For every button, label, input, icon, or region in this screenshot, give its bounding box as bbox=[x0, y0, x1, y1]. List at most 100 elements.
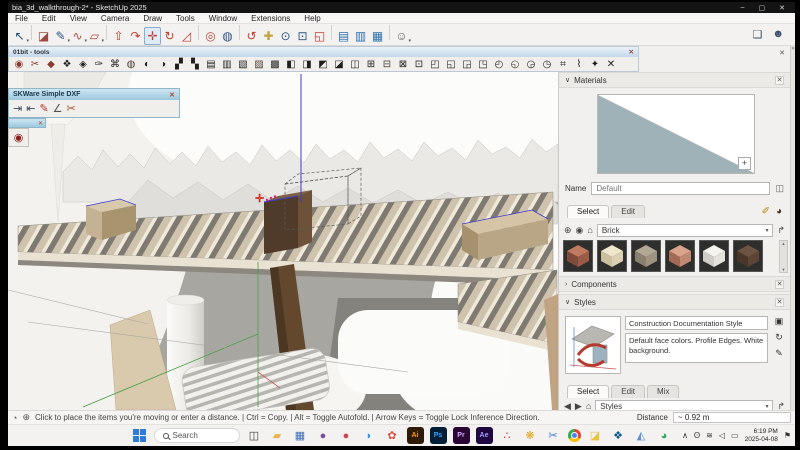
plugin-tool-5-icon[interactable]: ◈ bbox=[75, 59, 91, 70]
dropdown-arrow-icon[interactable]: ▾ bbox=[101, 38, 104, 44]
pushpull-tool-icon[interactable]: ⇧ bbox=[110, 27, 127, 45]
wifi-icon[interactable]: ≋ bbox=[706, 431, 713, 440]
dxf-import-icon[interactable]: ⇥ bbox=[13, 102, 22, 115]
app-purple-icon[interactable]: ● bbox=[315, 427, 332, 444]
eraser-tool-icon[interactable]: ◪ bbox=[35, 27, 52, 45]
cut-material-icon[interactable]: ✂ bbox=[67, 102, 76, 115]
pan-tool-icon[interactable]: ✚ bbox=[260, 27, 277, 45]
in-model-icon[interactable]: ⌂ bbox=[587, 225, 592, 235]
taskbar-clock[interactable]: 6:19 PM 2025-04-08 bbox=[745, 428, 778, 443]
section-display-icon[interactable]: ▦ bbox=[369, 27, 386, 45]
styles-tab-select[interactable]: Select bbox=[567, 385, 610, 398]
plugin-tool-14-icon[interactable]: ▥ bbox=[219, 59, 235, 70]
plugin-tool-17-icon[interactable]: ▩ bbox=[267, 59, 283, 70]
followme-tool-icon[interactable]: ↷ bbox=[127, 27, 144, 45]
plugin-tool-35-icon[interactable]: ⌗ bbox=[555, 59, 571, 70]
file-explorer-icon[interactable]: ▰ bbox=[269, 427, 286, 444]
duplicate-icon[interactable]: ◫ bbox=[775, 183, 784, 194]
task-view-icon[interactable]: ◫ bbox=[246, 427, 263, 444]
material-swatch-brick-rough-red[interactable] bbox=[563, 240, 593, 272]
offset-tool-icon[interactable]: ◎ bbox=[202, 27, 219, 45]
microphone-icon[interactable]: ʘ bbox=[694, 431, 700, 440]
material-gear-icon[interactable]: ◉ bbox=[576, 225, 584, 236]
taskbar-search[interactable]: Search bbox=[153, 428, 240, 443]
geolocation-icon[interactable]: ◔ bbox=[12, 413, 17, 423]
swatch-scrollbar[interactable]: ▲ ▼ bbox=[779, 240, 788, 273]
plugin-tool-16-icon[interactable]: ▨ bbox=[251, 59, 267, 70]
section-plane-icon[interactable]: ▤ bbox=[335, 27, 352, 45]
plugin-tool-3-icon[interactable]: ◆ bbox=[43, 59, 59, 70]
styles-header[interactable]: ∨ Styles ✕ bbox=[559, 294, 790, 310]
plugin-tool-27-icon[interactable]: ◰ bbox=[427, 59, 443, 70]
tray-chevron-icon[interactable]: ∧ bbox=[682, 431, 688, 440]
pencil-tool-icon[interactable]: ✎ ▾ bbox=[52, 27, 70, 45]
scale-tool-icon[interactable]: ◿ bbox=[178, 27, 195, 45]
plugin-tool-20-icon[interactable]: ◩ bbox=[315, 59, 331, 70]
monitor-icon[interactable]: ▣ bbox=[775, 316, 784, 327]
zoom-window-icon[interactable]: ⊡ bbox=[294, 27, 311, 45]
edge-browser-icon[interactable]: ◕ bbox=[656, 427, 673, 444]
dropdown-arrow-icon[interactable]: ▾ bbox=[408, 38, 411, 44]
materials-tab-edit[interactable]: Edit bbox=[611, 205, 646, 218]
menu-edit[interactable]: Edit bbox=[35, 14, 63, 23]
scroll-down-icon[interactable]: ▼ bbox=[782, 267, 786, 272]
app-red-dots-icon[interactable]: ∴ bbox=[499, 427, 516, 444]
create-material-icon[interactable]: ⊕ bbox=[564, 225, 572, 236]
moving-box[interactable] bbox=[263, 190, 312, 254]
materials-header[interactable]: ∨ Materials ✕ bbox=[559, 72, 790, 88]
crosshair-icon[interactable]: ⊕ bbox=[22, 412, 30, 423]
orbit-tool-icon[interactable]: ↺ bbox=[243, 27, 260, 45]
style-name-field[interactable]: Construction Documentation Style bbox=[625, 316, 768, 330]
sign-in-icon[interactable]: ☻ bbox=[772, 28, 784, 41]
material-swatch-brick-dark-brown[interactable] bbox=[733, 240, 763, 272]
adobe-illustrator-icon[interactable]: Ai bbox=[406, 427, 424, 444]
dxf-export-icon[interactable]: ⇤ bbox=[26, 102, 35, 115]
select-tool-icon[interactable]: ↖ ▾ bbox=[11, 27, 29, 45]
plugin-tool-19-icon[interactable]: ◨ bbox=[299, 59, 315, 70]
menu-file[interactable]: File bbox=[8, 14, 35, 23]
style-description-field[interactable]: Default face colors. Profile Edges. Whit… bbox=[625, 333, 768, 363]
detail-arrow-icon[interactable]: ↱ bbox=[777, 225, 785, 236]
zoom-tool-icon[interactable]: ⊙ bbox=[277, 27, 294, 45]
menu-camera[interactable]: Camera bbox=[94, 14, 136, 23]
chevron-down-icon[interactable]: ∨ bbox=[565, 298, 570, 306]
plugin-tool-9-icon[interactable]: ◐ bbox=[139, 59, 155, 70]
dxf-toolbar-close-icon[interactable]: ✕ bbox=[169, 91, 175, 99]
material-swatch-brick-pink[interactable] bbox=[665, 240, 695, 272]
new-document-icon[interactable]: ❏ bbox=[753, 28, 763, 41]
dropdown-arrow-icon[interactable]: ▾ bbox=[26, 38, 29, 44]
mini-tool-icon[interactable]: ◉ bbox=[14, 131, 24, 144]
rectangle-tool-icon[interactable]: ▱ ▾ bbox=[86, 27, 104, 45]
app-caliper-icon[interactable]: ✂ bbox=[545, 427, 562, 444]
plugin-tool-10-icon[interactable]: ◑ bbox=[155, 59, 171, 70]
angle-tool-icon[interactable]: ∠ bbox=[53, 102, 63, 115]
close-button[interactable]: ✕ bbox=[779, 4, 785, 12]
plugin-tool-28-icon[interactable]: ◱ bbox=[443, 59, 459, 70]
create-material-button[interactable]: + bbox=[738, 157, 751, 170]
plugin-tool-11-icon[interactable]: ▞ bbox=[171, 59, 187, 70]
plugin-tool-6-icon[interactable]: ✑ bbox=[91, 59, 107, 70]
menu-draw[interactable]: Draw bbox=[136, 14, 169, 23]
start-button[interactable] bbox=[131, 427, 148, 444]
minimize-button[interactable]: – bbox=[741, 4, 745, 12]
plugin-tool-32-icon[interactable]: ◵ bbox=[507, 59, 523, 70]
chevron-right-icon[interactable]: › bbox=[565, 281, 567, 288]
plugin-tool-26-icon[interactable]: ⊡ bbox=[411, 59, 427, 70]
plugin-tool-1-icon[interactable]: ◉ bbox=[11, 59, 27, 70]
plugin-toolbar-titlebar[interactable]: 01bit - tools ✕ bbox=[9, 47, 638, 57]
viewport-3d[interactable]: ✛ SKWare Simple DXF ✕ ⇥ ⇤ ✎ ∠ ✂ ✕ ◉ bbox=[8, 72, 558, 410]
scroll-up-icon[interactable]: ▲ bbox=[782, 241, 786, 246]
menu-help[interactable]: Help bbox=[297, 14, 327, 23]
plugin-toolbar-close-icon[interactable]: ✕ bbox=[629, 48, 634, 56]
plugin-tool-7-icon[interactable]: ⌘ bbox=[107, 59, 123, 70]
edge-close-icon[interactable]: ✕ bbox=[791, 46, 795, 52]
adobe-premiere-icon[interactable]: Pr bbox=[452, 427, 470, 444]
components-header[interactable]: › Components ✕ bbox=[559, 276, 790, 292]
section-fill-icon[interactable]: ▥ bbox=[352, 27, 369, 45]
app-pinwheel-icon[interactable]: ❋ bbox=[522, 427, 539, 444]
materials-close-icon[interactable]: ✕ bbox=[775, 75, 784, 85]
refresh-icon[interactable]: ↻ bbox=[775, 332, 783, 343]
plugin-tool-24-icon[interactable]: ⊟ bbox=[379, 59, 395, 70]
components-close-icon[interactable]: ✕ bbox=[775, 279, 784, 289]
plugin-tool-38-icon[interactable]: ✕ bbox=[603, 59, 619, 70]
